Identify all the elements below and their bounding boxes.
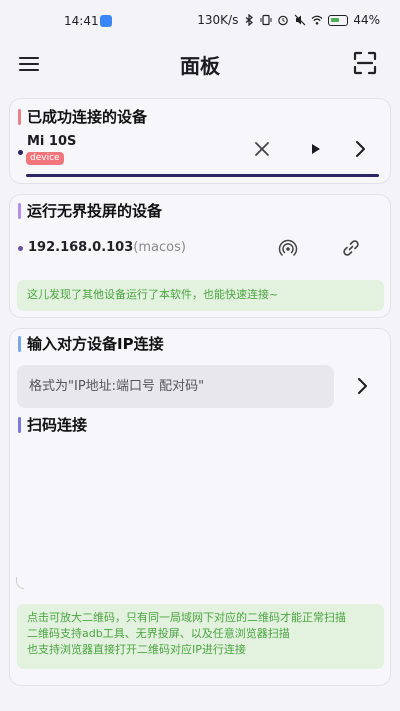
device-dot bbox=[18, 246, 23, 251]
battery-icon bbox=[328, 14, 349, 26]
device-ip: 192.168.0.103 bbox=[28, 240, 134, 255]
running-devices-title: 运行无界投屏的设备 bbox=[18, 201, 162, 221]
connect-card: 输入对方设备IP连接 扫码连接 点击可放大二维码，只有同一局域网下对应的二维码才… bbox=[9, 328, 391, 686]
play-icon[interactable] bbox=[306, 140, 324, 158]
qr-hint-line: 二维码支持adb工具、无界投屏、以及任意浏览器扫描 bbox=[27, 627, 290, 640]
network-speed: 130K/s bbox=[197, 13, 239, 27]
chevron-right-icon[interactable] bbox=[352, 376, 372, 396]
qr-hint: 点击可放大二维码，只有同一局域网下对应的二维码才能正常扫描 二维码支持adb工具… bbox=[17, 604, 384, 669]
device-os: (macos) bbox=[133, 240, 186, 255]
device-ip-row[interactable]: 192.168.0.103(macos) bbox=[28, 240, 186, 255]
wifi-icon bbox=[311, 15, 323, 25]
running-devices-hint: 这儿发现了其他设备运行了本软件，也能快速连接~ bbox=[17, 280, 384, 311]
status-bar: 14:41 130K/s 44% bbox=[0, 0, 400, 42]
device-badge: device bbox=[26, 152, 64, 165]
connected-devices-card: 已成功连接的设备 Mi 10S device bbox=[9, 98, 391, 184]
manual-connect-title: 输入对方设备IP连接 bbox=[18, 334, 164, 354]
gallery-icon bbox=[100, 15, 112, 27]
qr-connect-title: 扫码连接 bbox=[18, 415, 87, 435]
vibrate-icon bbox=[260, 14, 272, 26]
status-time: 14:41 bbox=[64, 14, 99, 28]
device-name: Mi 10S bbox=[27, 134, 77, 149]
scan-icon[interactable] bbox=[352, 50, 378, 76]
bluetooth-icon bbox=[245, 14, 254, 26]
chevron-right-icon[interactable] bbox=[350, 139, 370, 159]
status-right: 130K/s 44% bbox=[197, 13, 380, 27]
connected-devices-title: 已成功连接的设备 bbox=[18, 107, 147, 127]
app-bar: 面板 bbox=[0, 42, 400, 86]
qr-code-area[interactable] bbox=[17, 441, 384, 601]
qr-hint-line: 也支持浏览器直接打开二维码对应IP进行连接 bbox=[27, 643, 246, 656]
link-icon[interactable] bbox=[341, 238, 361, 258]
cast-icon[interactable] bbox=[278, 238, 298, 258]
close-icon[interactable] bbox=[252, 139, 272, 159]
mute-icon bbox=[294, 14, 306, 26]
page-title: 面板 bbox=[180, 54, 220, 78]
battery-level: 44% bbox=[353, 13, 380, 27]
qr-hint-line: 点击可放大二维码，只有同一局域网下对应的二维码才能正常扫描 bbox=[27, 611, 346, 624]
alarm-icon bbox=[278, 15, 289, 26]
device-dot bbox=[18, 150, 23, 155]
running-devices-card: 运行无界投屏的设备 192.168.0.103(macos) 这儿发现了其他设备… bbox=[9, 194, 391, 318]
device-indicator-bar bbox=[26, 174, 379, 177]
ip-address-input[interactable] bbox=[17, 365, 334, 408]
